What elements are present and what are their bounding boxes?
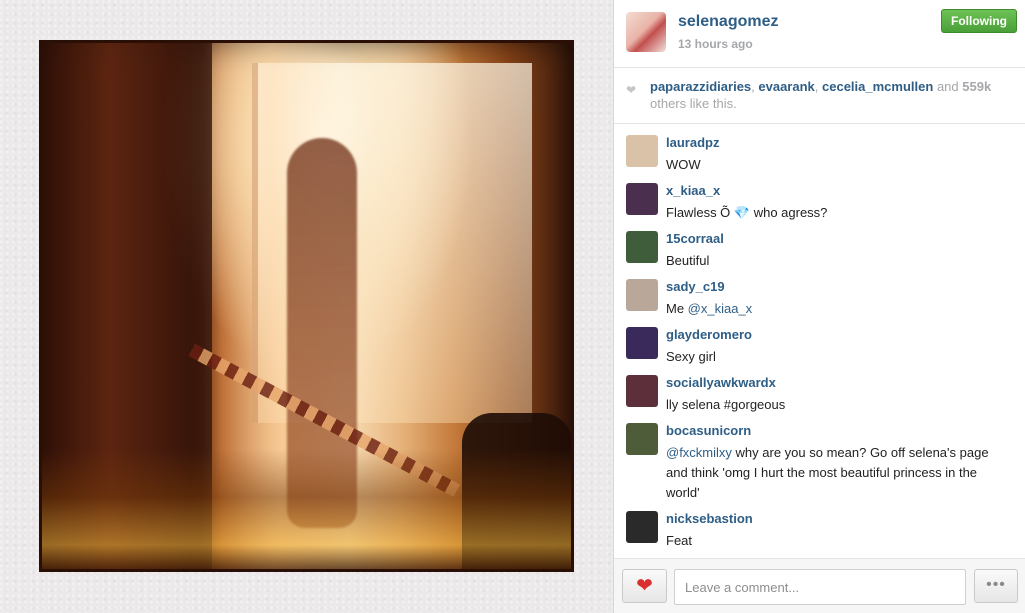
photo-pane (0, 0, 613, 613)
gem-icon: 💎 (733, 205, 751, 220)
comment-text: Beutiful (666, 253, 710, 268)
commenter-avatar[interactable] (626, 279, 658, 311)
commenter-avatar[interactable] (626, 511, 658, 543)
mention-link[interactable]: @x_kiaa_x (688, 301, 753, 316)
likes-suffix: others like this. (650, 96, 737, 111)
like-user[interactable]: paparazzidiaries (650, 79, 751, 94)
commenter-username[interactable]: lauradpz (666, 135, 719, 150)
comment-text: Flawless Õ 💎 who agress? (666, 203, 1011, 223)
commenter-avatar[interactable] (626, 327, 658, 359)
likes-summary: ❤ paparazzidiaries, evaarank, cecelia_mc… (614, 68, 1025, 124)
comment-text: Sexy girl (666, 349, 716, 364)
small-heart-icon: ❤ (626, 83, 637, 97)
commenter-username[interactable]: bocasunicorn (666, 423, 751, 438)
owner-avatar[interactable] (626, 12, 666, 52)
comment-text-part: Me (666, 301, 688, 316)
comment-text-part: who agress? (750, 205, 828, 220)
commenter-username[interactable]: sady_c19 (666, 279, 725, 294)
heart-icon: ❤ (636, 575, 653, 597)
comment-text: @fxckmilxy why are you so mean? Go off s… (666, 443, 1011, 503)
comment-input[interactable] (674, 569, 966, 605)
like-user[interactable]: cecelia_mcmullen (822, 79, 933, 94)
photo-floor (42, 449, 571, 569)
commenter-avatar[interactable] (626, 183, 658, 215)
post-photo[interactable] (39, 40, 574, 572)
commenter-avatar[interactable] (626, 135, 658, 167)
like-button[interactable]: ❤ (622, 569, 667, 603)
likes-count[interactable]: 559k (962, 79, 991, 94)
comment-text-part: Flawless Õ (666, 205, 734, 220)
commenter-avatar[interactable] (626, 375, 658, 407)
following-button[interactable]: Following (941, 9, 1017, 33)
comment-text: Feat (666, 533, 693, 548)
commenter-username[interactable]: 15corraal (666, 231, 724, 246)
commenter-username[interactable]: sociallyawkwardx (666, 375, 776, 390)
comment-text: WOW (666, 157, 701, 172)
comment-text: lly selena #gorgeous (666, 397, 786, 412)
commenter-avatar[interactable] (626, 423, 658, 455)
post-header: selenagomez 13 hours ago Following (614, 0, 1025, 68)
likes-and: and (936, 79, 959, 94)
comment-footer: ❤ ••• (614, 558, 1025, 613)
mention-link[interactable]: @fxckmilxy (666, 445, 732, 460)
post-timestamp: 13 hours ago (678, 37, 753, 51)
owner-username[interactable]: selenagomez (678, 13, 778, 31)
post-sidebar: selenagomez 13 hours ago Following ❤ pap… (613, 0, 1025, 613)
ellipsis-icon: ••• (986, 576, 1006, 593)
commenter-username[interactable]: glayderomero (666, 327, 752, 342)
commenter-username[interactable]: nicksebastion (666, 511, 753, 526)
commenter-avatar[interactable] (626, 231, 658, 263)
like-user[interactable]: evaarank (758, 79, 814, 94)
commenter-username[interactable]: x_kiaa_x (666, 183, 720, 198)
comment-text: Me @x_kiaa_x (666, 299, 1011, 319)
more-options-button[interactable]: ••• (974, 569, 1018, 603)
comments-list[interactable]: lauradpz WOW x_kiaa_x Flawless Õ 💎 who a… (614, 124, 1025, 558)
